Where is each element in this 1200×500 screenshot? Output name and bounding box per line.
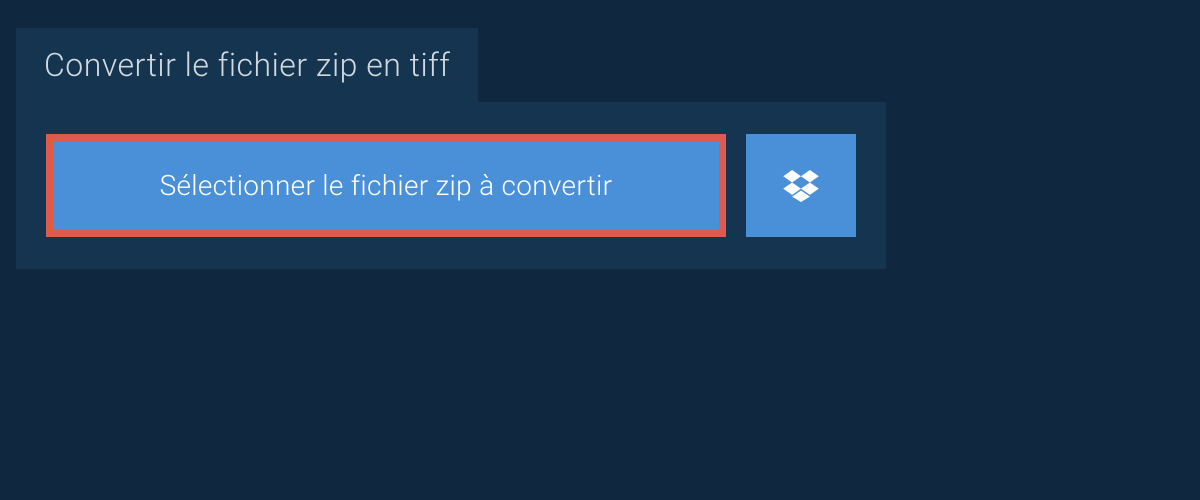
upload-panel: Sélectionner le fichier zip à convertir	[16, 102, 886, 269]
select-file-label: Sélectionner le fichier zip à convertir	[160, 169, 613, 202]
select-file-button[interactable]: Sélectionner le fichier zip à convertir	[46, 134, 726, 237]
dropbox-icon	[783, 170, 819, 202]
header-tab: Convertir le fichier zip en tiff	[16, 28, 478, 102]
page-title: Convertir le fichier zip en tiff	[44, 46, 450, 84]
dropbox-button[interactable]	[746, 134, 856, 237]
